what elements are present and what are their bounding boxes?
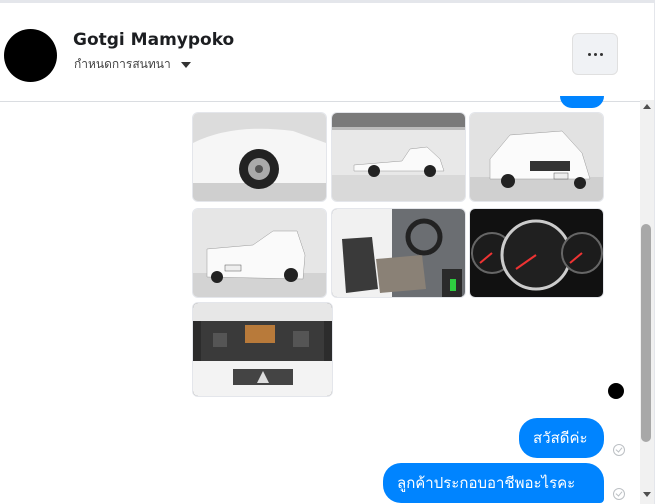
photo-car-side[interactable] xyxy=(331,112,466,202)
settings-label: กำหนดการสนทนา xyxy=(74,57,171,71)
message-bubble[interactable]: สวัสดีค่ะ xyxy=(519,418,604,458)
sent-check-icon xyxy=(613,488,625,500)
chat-header: Gotgi Mamypoko กำหนดการสนทนา xyxy=(0,3,640,102)
avatar[interactable] xyxy=(4,29,57,82)
caret-down-icon xyxy=(180,61,191,68)
window-right-edge xyxy=(654,0,659,504)
more-icon-dot xyxy=(593,52,597,56)
message-bubble[interactable]: ลูกค้าประกอบอาชีพอะไรคะ xyxy=(383,463,604,503)
previous-message-bubble xyxy=(560,96,604,108)
conversation-settings[interactable]: กำหนดการสนทนา xyxy=(74,55,191,74)
photo-car-rear-wheel[interactable] xyxy=(192,112,327,202)
seen-indicator xyxy=(608,383,624,399)
scroll-down-arrow-icon[interactable] xyxy=(643,492,651,497)
photo-instrument-cluster[interactable] xyxy=(469,208,604,298)
scrollbar-thumb[interactable] xyxy=(641,224,651,442)
message-text: สวัสดีค่ะ xyxy=(533,429,588,447)
scroll-up-arrow-icon[interactable] xyxy=(643,104,651,109)
photo-car-rear[interactable] xyxy=(192,208,327,298)
photo-car-front[interactable] xyxy=(469,112,604,202)
message-text: ลูกค้าประกอบอาชีพอะไรคะ xyxy=(397,474,576,492)
photo-engine-bay[interactable] xyxy=(192,302,333,397)
sent-check-icon xyxy=(613,444,625,456)
photo-car-interior[interactable] xyxy=(331,208,466,298)
contact-name[interactable]: Gotgi Mamypoko xyxy=(73,30,234,50)
more-options-button[interactable] xyxy=(572,33,618,75)
more-icon-dot xyxy=(587,52,591,56)
more-icon-dot xyxy=(599,52,603,56)
